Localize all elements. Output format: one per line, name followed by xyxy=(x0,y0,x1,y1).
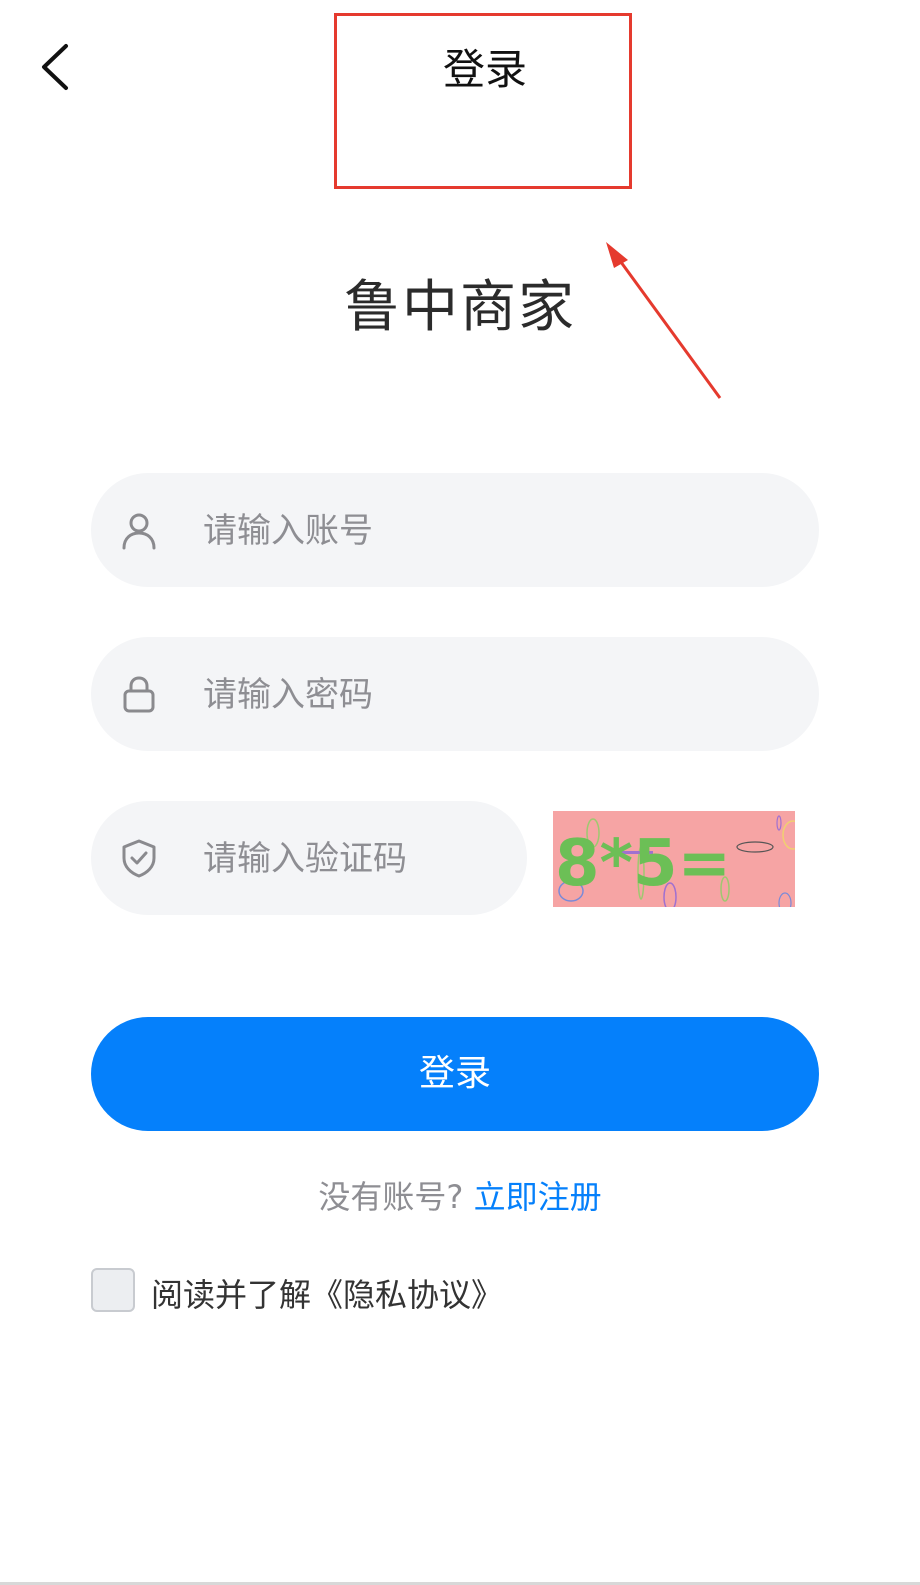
back-icon[interactable] xyxy=(38,42,74,92)
register-question: 没有账号? xyxy=(318,1178,464,1216)
password-input[interactable] xyxy=(201,637,789,753)
account-field xyxy=(91,473,819,589)
captcha-image[interactable]: 8*5= xyxy=(553,811,795,907)
register-row: 没有账号? 立即注册 xyxy=(0,1172,920,1218)
register-link[interactable]: 立即注册 xyxy=(474,1178,602,1216)
lock-icon xyxy=(119,674,159,714)
user-icon xyxy=(119,510,159,550)
captcha-field xyxy=(91,801,527,917)
account-input[interactable] xyxy=(201,473,789,589)
captcha-text: 8*5= xyxy=(555,827,731,901)
agreement-label[interactable]: 阅读并了解《隐私协议》 xyxy=(151,1270,503,1316)
app-name: 鲁中商家 xyxy=(344,275,576,340)
captcha-input[interactable] xyxy=(201,801,497,917)
agreement-checkbox[interactable] xyxy=(91,1268,135,1312)
annotation-box xyxy=(334,13,632,189)
shield-check-icon xyxy=(119,838,159,878)
login-button[interactable]: 登录 xyxy=(91,1017,819,1131)
password-field xyxy=(91,637,819,753)
